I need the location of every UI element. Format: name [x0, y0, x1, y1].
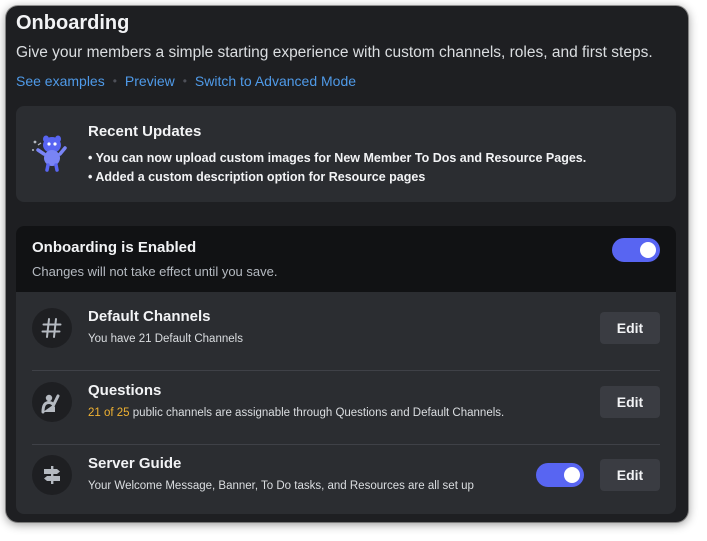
default-channels-row: Default Channels You have 21 Default Cha… [16, 292, 676, 364]
questions-desc: 21 of 25 public channels are assignable … [88, 407, 504, 419]
signpost-icon [44, 466, 60, 484]
preview-link[interactable]: Preview [125, 73, 175, 89]
onboarding-enabled-toggle[interactable] [612, 238, 660, 262]
server-guide-toggle[interactable] [536, 463, 584, 487]
header-links: See examples • Preview • Switch to Advan… [16, 73, 356, 89]
onboarding-status-title: Onboarding is Enabled [32, 239, 197, 256]
update-item: • You can now upload custom images for N… [88, 151, 587, 165]
link-separator: • [112, 74, 117, 88]
default-channels-title: Default Channels [88, 308, 211, 325]
link-separator: • [182, 74, 187, 88]
page-subtitle: Give your members a simple starting expe… [16, 44, 653, 61]
recent-updates-title: Recent Updates [88, 123, 202, 140]
questions-edit-button[interactable]: Edit [600, 386, 660, 418]
server-guide-icon-badge [32, 455, 72, 495]
onboarding-panel: Onboarding is Enabled Changes will not t… [16, 226, 676, 514]
page-title: Onboarding [16, 12, 130, 34]
advanced-mode-link[interactable]: Switch to Advanced Mode [195, 73, 356, 89]
recent-updates-card: Recent Updates • You can now upload cust… [16, 106, 676, 202]
default-channels-edit-button[interactable]: Edit [600, 312, 660, 344]
update-item: • Added a custom description option for … [88, 170, 426, 184]
onboarding-status-note: Changes will not take effect until you s… [32, 264, 278, 279]
server-guide-edit-button[interactable]: Edit [600, 459, 660, 491]
server-guide-row: Server Guide Your Welcome Message, Banne… [16, 439, 676, 511]
toggle-knob [564, 467, 580, 483]
questions-icon-badge [32, 382, 72, 422]
server-guide-title: Server Guide [88, 455, 182, 472]
raised-hand-icon [41, 394, 60, 414]
onboarding-window: Onboarding Give your members a simple st… [6, 6, 688, 522]
toggle-knob [640, 242, 656, 258]
hash-icon [41, 318, 62, 338]
questions-row: Questions 21 of 25 public channels are a… [16, 366, 676, 438]
questions-title: Questions [88, 382, 162, 399]
default-channels-desc: You have 21 Default Channels [88, 333, 243, 345]
onboarding-status-header: Onboarding is Enabled Changes will not t… [16, 226, 676, 292]
questions-count-highlight: 21 of 25 [88, 407, 130, 419]
see-examples-link[interactable]: See examples [16, 73, 105, 89]
default-channels-icon-badge [32, 308, 72, 348]
wumpus-mascot-icon [32, 135, 67, 172]
questions-desc-text: public channels are assignable through Q… [129, 407, 505, 419]
server-guide-desc: Your Welcome Message, Banner, To Do task… [88, 480, 474, 492]
